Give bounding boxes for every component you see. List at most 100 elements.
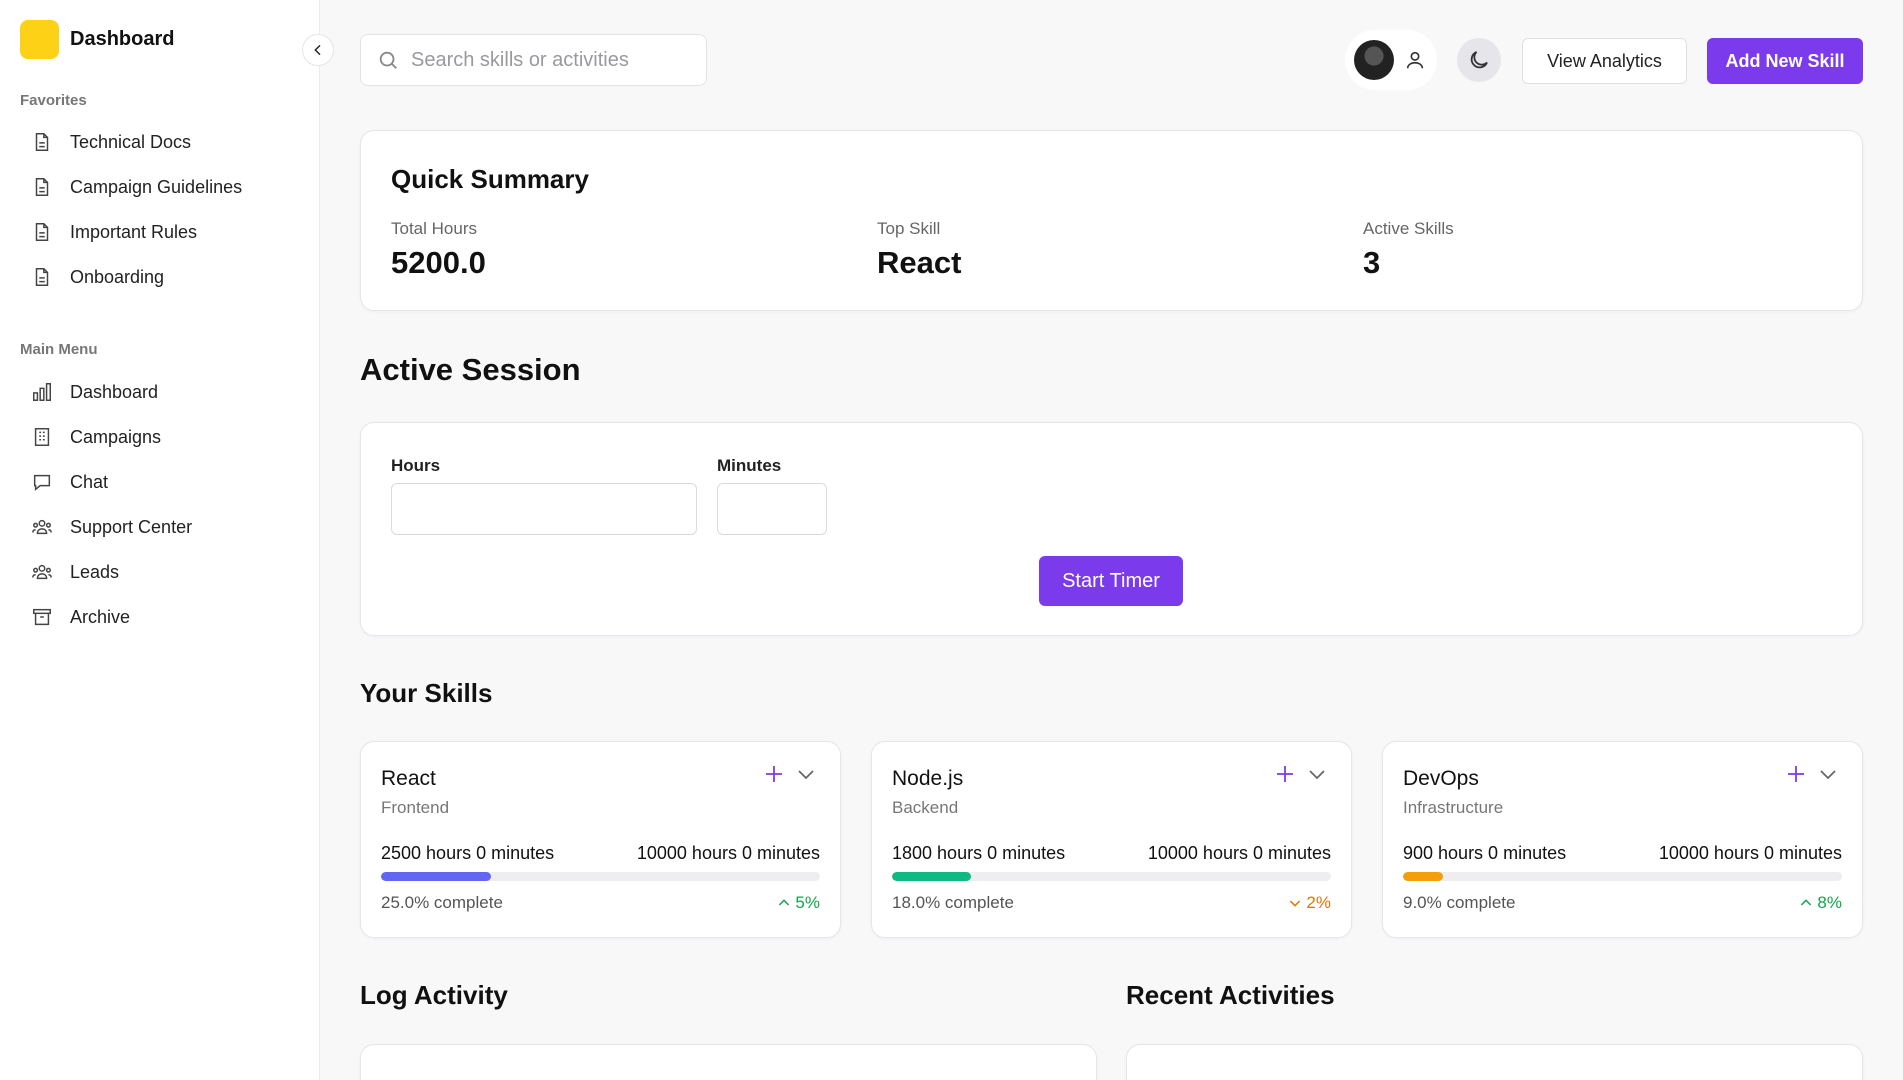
hours-logged: 900 hours 0 minutes (1403, 843, 1567, 863)
sidebar-item-label: Support Center (70, 516, 193, 537)
hours-logged: 1800 hours 0 minutes (892, 843, 1066, 863)
users-icon (30, 515, 54, 539)
building-icon (30, 425, 54, 449)
chevron-down-icon[interactable] (794, 762, 818, 786)
percent-complete: 25.0% complete (381, 893, 503, 912)
view-analytics-button[interactable]: View Analytics (1522, 38, 1687, 84)
plus-icon[interactable] (1784, 762, 1808, 786)
brand[interactable]: Dashboard (20, 20, 174, 59)
search-box[interactable] (360, 34, 707, 86)
progress-bar (1403, 872, 1842, 881)
sidebar-item-label: Campaign Guidelines (70, 176, 243, 197)
sidebar-item-onboarding[interactable]: Onboarding (30, 262, 164, 292)
hours-goal: 10000 hours 0 minutes (1658, 843, 1842, 863)
chevron-down-icon[interactable] (1305, 762, 1329, 786)
quick-summary-card: Quick Summary Total Hours 5200.0 Top Ski… (360, 130, 1863, 311)
stat-value: 5200.0 (391, 245, 486, 280)
sidebar-item-leads[interactable]: Leads (30, 557, 119, 587)
user-menu[interactable] (1345, 30, 1437, 90)
progress-row: 25.0% complete 5% (381, 893, 820, 913)
skill-name: Node.js (892, 767, 964, 790)
progress-row: 18.0% complete 2% (892, 893, 1331, 913)
plus-icon[interactable] (762, 762, 786, 786)
progress-fill (1403, 872, 1443, 881)
stat-total-hours: Total Hours 5200.0 (391, 219, 486, 281)
moon-icon (1470, 51, 1488, 69)
start-timer-button[interactable]: Start Timer (1039, 556, 1183, 606)
bar-chart-icon (30, 380, 54, 404)
trend-indicator: 5% (776, 893, 820, 913)
user-icon (1406, 51, 1424, 69)
log-activity-card (360, 1044, 1097, 1080)
trend-indicator: 2% (1287, 893, 1331, 913)
progress-fill (892, 872, 972, 881)
avatar[interactable] (1354, 40, 1394, 80)
sidebar-item-label: Chat (70, 471, 109, 492)
skill-card[interactable]: Node.js Backend 1800 hours 0 minutes 100… (871, 741, 1352, 938)
log-activity-title: Log Activity (360, 980, 508, 1010)
sidebar: Dashboard Favorites Technical Docs Campa… (0, 0, 320, 1080)
percent-complete: 9.0% complete (1403, 893, 1516, 912)
sidebar-item-label: Technical Docs (70, 131, 192, 152)
skill-category: Frontend (381, 798, 450, 817)
trend-indicator: 8% (1798, 893, 1842, 913)
skill-category: Backend (892, 798, 959, 817)
hours-row: 1800 hours 0 minutes 10000 hours 0 minut… (892, 843, 1331, 864)
sidebar-item-important-rules[interactable]: Important Rules (30, 217, 197, 247)
skill-name: DevOps (1403, 767, 1479, 790)
hours-row: 2500 hours 0 minutes 10000 hours 0 minut… (381, 843, 820, 864)
users-icon (30, 560, 54, 584)
summary-title: Quick Summary (391, 164, 589, 194)
minutes-label: Minutes (717, 456, 782, 475)
document-icon (30, 265, 54, 289)
main-menu-label: Main Menu (20, 341, 98, 358)
chevron-down-icon[interactable] (1816, 762, 1840, 786)
skill-card[interactable]: DevOps Infrastructure 900 hours 0 minute… (1382, 741, 1863, 938)
stat-value: 3 (1363, 245, 1381, 280)
chevron-left-icon (314, 44, 321, 56)
theme-toggle-button[interactable] (1457, 38, 1501, 82)
document-icon (30, 220, 54, 244)
sidebar-item-campaigns[interactable]: Campaigns (30, 422, 161, 452)
skill-card[interactable]: React Frontend 2500 hours 0 minutes 1000… (360, 741, 841, 938)
plus-icon[interactable] (1273, 762, 1297, 786)
sidebar-item-label: Dashboard (70, 381, 159, 402)
stat-label: Active Skills (1363, 219, 1454, 238)
document-icon (30, 175, 54, 199)
progress-bar (381, 872, 820, 881)
recent-activities-title: Recent Activities (1126, 980, 1335, 1010)
sidebar-item-label: Archive (70, 606, 131, 627)
hours-input[interactable] (391, 483, 697, 535)
sidebar-item-label: Campaigns (70, 426, 162, 447)
trend-arrow-icon (1801, 899, 1812, 906)
active-session-title: Active Session (360, 352, 581, 387)
search-input[interactable] (411, 48, 701, 72)
stat-label: Total Hours (391, 219, 477, 238)
percent-complete: 18.0% complete (892, 893, 1014, 912)
hours-goal: 10000 hours 0 minutes (636, 843, 820, 863)
add-new-skill-button[interactable]: Add New Skill (1707, 38, 1863, 84)
document-icon (30, 130, 54, 154)
your-skills-title: Your Skills (360, 678, 493, 708)
brand-logo (20, 20, 59, 59)
sidebar-item-archive[interactable]: Archive (30, 602, 130, 632)
stat-label: Top Skill (877, 219, 941, 238)
hours-goal: 10000 hours 0 minutes (1147, 843, 1331, 863)
trend-arrow-icon (779, 899, 790, 906)
sidebar-item-support-center[interactable]: Support Center (30, 512, 192, 542)
sidebar-item-label: Important Rules (70, 221, 198, 242)
skill-name: React (381, 767, 436, 790)
minutes-input[interactable] (717, 483, 827, 535)
collapse-sidebar-button[interactable] (302, 34, 334, 66)
sidebar-item-label: Onboarding (70, 266, 165, 287)
sidebar-item-technical-docs[interactable]: Technical Docs (30, 127, 191, 157)
sidebar-item-campaign-guidelines[interactable]: Campaign Guidelines (30, 172, 242, 202)
progress-fill (381, 872, 491, 881)
trend-value: 5% (795, 893, 820, 912)
sidebar-item-chat[interactable]: Chat (30, 467, 108, 497)
active-session-card: Hours Minutes Start Timer (360, 422, 1863, 636)
sidebar-item-dashboard[interactable]: Dashboard (30, 377, 158, 407)
skill-category: Infrastructure (1403, 798, 1504, 817)
progress-row: 9.0% complete 8% (1403, 893, 1842, 913)
stat-top-skill: Top Skill React (877, 219, 961, 281)
